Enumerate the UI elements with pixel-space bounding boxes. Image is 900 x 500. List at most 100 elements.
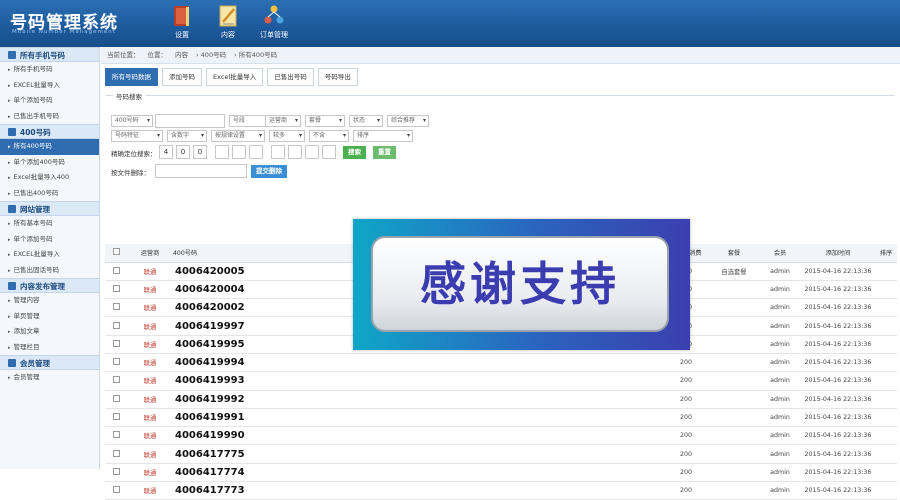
sidebar-item-excel-400[interactable]: Excel批量导入400	[0, 170, 99, 186]
row-time: 2015-04-16 22:13:36	[801, 298, 875, 318]
sidebar-group-site[interactable]: 网站管理	[0, 201, 99, 216]
topnav-settings[interactable]: 设置	[160, 4, 204, 40]
tab-sold[interactable]: 已售出号码	[267, 68, 314, 86]
row-sort	[875, 371, 897, 391]
row-member: admin	[759, 262, 801, 281]
tab-excel-import[interactable]: Excel批量导入	[206, 68, 264, 86]
row-checkbox[interactable]	[105, 353, 127, 373]
submit-delete-button[interactable]: 提交删除	[251, 165, 287, 178]
select-rule[interactable]: 按规律设置	[211, 130, 265, 142]
row-number[interactable]: 4006419993	[173, 371, 313, 391]
row-operator: 联通	[127, 298, 173, 318]
row-time: 2015-04-16 22:13:36	[801, 335, 875, 354]
row-sort	[875, 463, 897, 483]
select-400[interactable]: 400号码	[111, 115, 153, 127]
sidebar-item-all-400[interactable]: 所有400号码	[0, 139, 99, 155]
digit-input[interactable]: 4	[159, 145, 173, 159]
tab-export[interactable]: 号码导出	[317, 68, 358, 86]
sidebar-group-400[interactable]: 400号码	[0, 124, 99, 139]
sidebar-group-content[interactable]: 内容发布管理	[0, 278, 99, 293]
sidebar-item-single-page[interactable]: 单页管理	[0, 309, 99, 325]
file-input[interactable]	[155, 164, 247, 178]
row-number[interactable]: 4006420002	[173, 298, 313, 318]
digit-input[interactable]	[288, 145, 302, 159]
select-more[interactable]: 较多	[269, 130, 305, 142]
row-number[interactable]: 4006417774	[173, 463, 313, 483]
row-number[interactable]: 4006419995	[173, 335, 313, 354]
sidebar-item-all-mobile[interactable]: 所有手机号码	[0, 62, 99, 78]
row-number[interactable]: 4006417773	[173, 481, 313, 500]
sidebar-item-add-400[interactable]: 单个添加400号码	[0, 155, 99, 171]
sidebar-item-add-number[interactable]: 单个添加号码	[0, 232, 99, 248]
select-package[interactable]: 套餐	[305, 115, 345, 127]
digit-input[interactable]	[232, 145, 246, 159]
row-checkbox[interactable]	[105, 390, 127, 409]
topnav-content[interactable]: 内容	[206, 4, 250, 40]
tab-all-numbers[interactable]: 所有号码数据	[105, 68, 158, 86]
batch-delete-label: 按文件删除：	[111, 169, 150, 177]
sidebar-group-members[interactable]: 会员管理	[0, 355, 99, 370]
digit-input[interactable]	[322, 145, 336, 159]
select-all-checkbox[interactable]	[105, 244, 127, 263]
number-input[interactable]	[155, 114, 225, 128]
row-checkbox[interactable]	[105, 371, 127, 391]
sidebar-item-sold-landline[interactable]: 已售出固话号码	[0, 263, 99, 279]
row-time: 2015-04-16 22:13:36	[801, 371, 875, 391]
select-exclude[interactable]: 不含	[309, 130, 349, 142]
digit-input[interactable]: 0	[193, 145, 207, 159]
row-package	[709, 426, 759, 446]
select-feature[interactable]: 号码特征	[111, 130, 163, 142]
row-number[interactable]: 4006419992	[173, 390, 313, 409]
row-checkbox[interactable]	[105, 262, 127, 281]
digit-input[interactable]	[271, 145, 285, 159]
sidebar-item-add-single[interactable]: 单个添加号码	[0, 93, 99, 109]
row-checkbox[interactable]	[105, 444, 127, 464]
row-number[interactable]: 4006420005	[173, 262, 313, 281]
row-number[interactable]: 4006419990	[173, 426, 313, 446]
sidebar-item-member-manage[interactable]: 会员管理	[0, 370, 99, 386]
reset-button[interactable]: 重置	[373, 146, 396, 159]
sidebar-item-sold-mobile[interactable]: 已售出手机号码	[0, 109, 99, 125]
row-member: admin	[759, 316, 801, 336]
topnav-orders[interactable]: 订单管理	[252, 4, 296, 40]
sidebar-item-add-article[interactable]: 添加文章	[0, 324, 99, 340]
row-checkbox[interactable]	[105, 463, 127, 483]
row-operator: 联通	[127, 481, 173, 500]
sidebar-group-mobile[interactable]: 所有手机号码	[0, 47, 99, 62]
sidebar-item-manage-content[interactable]: 管理内容	[0, 293, 99, 309]
digit-input[interactable]	[249, 145, 263, 159]
select-operator[interactable]: 运营商	[265, 115, 301, 127]
row-number[interactable]: 4006420004	[173, 280, 313, 300]
select-contain[interactable]: 含数字	[167, 130, 207, 142]
row-checkbox[interactable]	[105, 316, 127, 336]
sidebar-item-excel-import[interactable]: EXCEL批量导入	[0, 78, 99, 94]
folder-icon	[8, 51, 16, 59]
select-sort[interactable]: 排序	[353, 130, 413, 142]
digit-input[interactable]	[215, 145, 229, 159]
row-member: admin	[759, 463, 801, 483]
row-sort	[875, 335, 897, 354]
digit-input[interactable]: 0	[176, 145, 190, 159]
row-operator: 联通	[127, 390, 173, 409]
sidebar-item-all-basic[interactable]: 所有基本号码	[0, 216, 99, 232]
row-checkbox[interactable]	[105, 298, 127, 318]
row-checkbox[interactable]	[105, 280, 127, 300]
row-checkbox[interactable]	[105, 481, 127, 500]
row-checkbox[interactable]	[105, 335, 127, 354]
row-number[interactable]: 4006419994	[173, 353, 313, 373]
row-number[interactable]: 4006419991	[173, 408, 313, 428]
row-min-spend: 200	[663, 481, 709, 500]
digit-input[interactable]	[305, 145, 319, 159]
search-button[interactable]: 搜索	[343, 146, 366, 159]
row-checkbox[interactable]	[105, 408, 127, 428]
row-number[interactable]: 4006419997	[173, 316, 313, 336]
tab-add-number[interactable]: 添加号码	[162, 68, 202, 86]
select-status[interactable]: 状态	[349, 115, 383, 127]
row-number[interactable]: 4006417775	[173, 444, 313, 464]
select-recommend[interactable]: 综合推荐	[387, 115, 429, 127]
sidebar-item-sold-400[interactable]: 已售出400号码	[0, 186, 99, 202]
row-checkbox[interactable]	[105, 426, 127, 446]
row-blank	[313, 353, 663, 373]
sidebar-item-excel-batch[interactable]: EXCEL批量导入	[0, 247, 99, 263]
sidebar-item-manage-column[interactable]: 管理栏目	[0, 340, 99, 356]
